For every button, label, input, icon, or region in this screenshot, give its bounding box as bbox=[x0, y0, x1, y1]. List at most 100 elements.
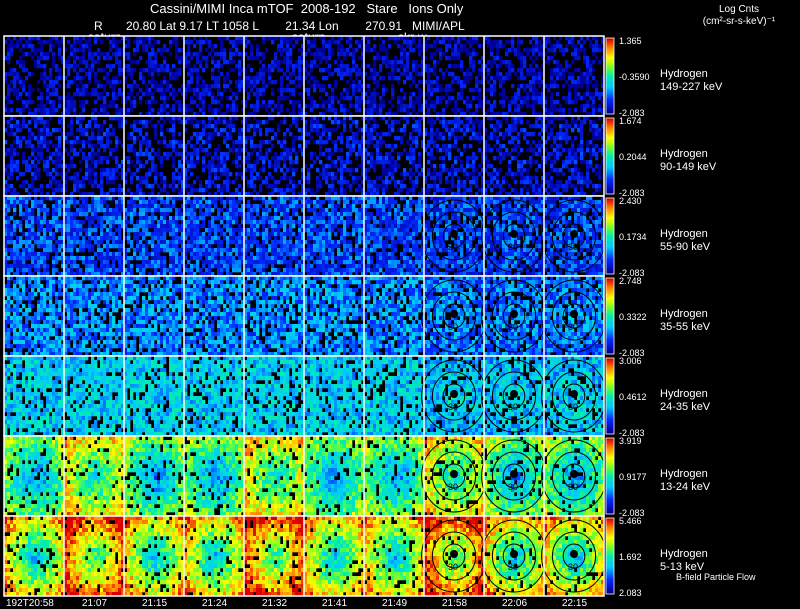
frame-2-1 bbox=[64, 196, 124, 276]
time-tick-7: 21:58 bbox=[442, 598, 467, 609]
contour-label-2-9: 30 bbox=[568, 242, 578, 252]
direction-marker-3-7 bbox=[450, 310, 458, 318]
frame-5-6 bbox=[364, 436, 424, 516]
frame-1-2 bbox=[124, 116, 184, 196]
frame-2-2 bbox=[124, 196, 184, 276]
frame-4-4 bbox=[244, 356, 304, 436]
frame-4-3 bbox=[184, 356, 244, 436]
frame-5-1 bbox=[64, 436, 124, 516]
time-tick-0: 192T20:58 bbox=[6, 598, 54, 609]
energy-label-5: 13-24 keV bbox=[660, 481, 710, 494]
contour-label-4-9: 30 bbox=[568, 402, 578, 412]
frame-6-2 bbox=[124, 516, 184, 596]
contour-label-5-9: 30 bbox=[568, 482, 578, 492]
time-tick-4: 21:32 bbox=[262, 598, 287, 609]
time-tick-5: 21:41 bbox=[322, 598, 347, 609]
frame-1-3 bbox=[184, 116, 244, 196]
frame-5-4 bbox=[244, 436, 304, 516]
species-label-0: Hydrogen bbox=[660, 68, 708, 81]
frame-4-1 bbox=[64, 356, 124, 436]
contour-label-5-8: 30 bbox=[508, 482, 518, 492]
frame-5-0 bbox=[4, 436, 64, 516]
time-tick-2: 21:15 bbox=[142, 598, 167, 609]
panel-3: 30 30 30 bbox=[4, 276, 614, 356]
frame-2-3 bbox=[184, 196, 244, 276]
panel-1 bbox=[4, 116, 614, 196]
frame-1-0 bbox=[4, 116, 64, 196]
frame-1-9 bbox=[544, 116, 604, 196]
time-tick-3: 21:24 bbox=[202, 598, 227, 609]
direction-marker-2-7 bbox=[450, 230, 458, 238]
contour-label-5-7: 30 bbox=[448, 482, 458, 492]
direction-marker-5-9 bbox=[570, 470, 578, 478]
direction-marker-6-7 bbox=[450, 550, 458, 558]
contour-label-3-8: 30 bbox=[508, 322, 518, 332]
frame-2-6 bbox=[364, 196, 424, 276]
colorbar-mid-5: 0.9177 bbox=[619, 472, 647, 482]
frame-2-4 bbox=[244, 196, 304, 276]
direction-marker-5-8 bbox=[510, 470, 518, 478]
contour-label-3-7: 30 bbox=[448, 322, 458, 332]
colorbar-mid-2: 0.1734 bbox=[619, 232, 647, 242]
species-label-1: Hydrogen bbox=[660, 148, 708, 161]
frame-6-5 bbox=[304, 516, 364, 596]
frame-3-6 bbox=[364, 276, 424, 356]
colorbar-mid-6: 1.692 bbox=[619, 552, 642, 562]
frame-4-5 bbox=[304, 356, 364, 436]
energy-label-0: 149-227 keV bbox=[660, 81, 722, 94]
frame-6-3 bbox=[184, 516, 244, 596]
direction-marker-6-8 bbox=[510, 550, 518, 558]
species-label-2: Hydrogen bbox=[660, 228, 708, 241]
frame-5-2 bbox=[124, 436, 184, 516]
frame-0-5 bbox=[304, 36, 364, 116]
frame-4-2 bbox=[124, 356, 184, 436]
direction-marker-4-9 bbox=[570, 390, 578, 398]
time-tick-6: 21:49 bbox=[382, 598, 407, 609]
colorbar-max-5: 3.919 bbox=[619, 436, 642, 446]
frame-0-0 bbox=[4, 36, 64, 116]
contour-label-2-7: 30 bbox=[448, 242, 458, 252]
contour-label-6-7: 30 bbox=[448, 562, 458, 572]
contour-label-6-8: 30 bbox=[508, 562, 518, 572]
species-label-4: Hydrogen bbox=[660, 388, 708, 401]
frame-3-3 bbox=[184, 276, 244, 356]
direction-marker-2-8 bbox=[510, 230, 518, 238]
time-tick-9: 22:15 bbox=[562, 598, 587, 609]
time-tick-8: 22:06 bbox=[502, 598, 527, 609]
colorbar-min-6: 2.083 bbox=[619, 588, 642, 598]
energy-label-3: 35-55 keV bbox=[660, 321, 710, 334]
direction-marker-4-7 bbox=[450, 390, 458, 398]
colorbar-mid-0: -0.3590 bbox=[619, 72, 650, 82]
frame-0-7 bbox=[424, 36, 484, 116]
colorbar-max-4: 3.006 bbox=[619, 356, 642, 366]
contour-label-2-8: 30 bbox=[508, 242, 518, 252]
frame-4-6 bbox=[364, 356, 424, 436]
species-label-3: Hydrogen bbox=[660, 308, 708, 321]
footer-label: B-field Particle Flow bbox=[676, 572, 756, 582]
panel-5: 30 30 30 bbox=[4, 436, 614, 516]
energy-label-1: 90-149 keV bbox=[660, 161, 716, 174]
colorbar-max-0: 1.365 bbox=[619, 36, 642, 46]
contour-label-4-7: 30 bbox=[448, 402, 458, 412]
colorbar-mid-4: 0.4612 bbox=[619, 392, 647, 402]
frame-6-6 bbox=[364, 516, 424, 596]
colorbar-max-1: 1.674 bbox=[619, 116, 642, 126]
species-label-6: Hydrogen bbox=[660, 548, 708, 561]
frame-5-5 bbox=[304, 436, 364, 516]
frame-0-2 bbox=[124, 36, 184, 116]
energy-label-4: 24-35 keV bbox=[660, 401, 710, 414]
frame-3-0 bbox=[4, 276, 64, 356]
panel-4: 30 30 30 bbox=[4, 356, 614, 436]
direction-marker-3-8 bbox=[510, 310, 518, 318]
frame-1-4 bbox=[244, 116, 304, 196]
frame-0-8 bbox=[484, 36, 544, 116]
frame-3-5 bbox=[304, 276, 364, 356]
colorbar-max-6: 5.466 bbox=[619, 516, 642, 526]
energy-label-2: 55-90 keV bbox=[660, 241, 710, 254]
contour-label-4-8: 30 bbox=[508, 402, 518, 412]
direction-marker-2-9 bbox=[570, 230, 578, 238]
frame-5-3 bbox=[184, 436, 244, 516]
frame-3-4 bbox=[244, 276, 304, 356]
panel-0 bbox=[4, 36, 614, 116]
frame-2-5 bbox=[304, 196, 364, 276]
